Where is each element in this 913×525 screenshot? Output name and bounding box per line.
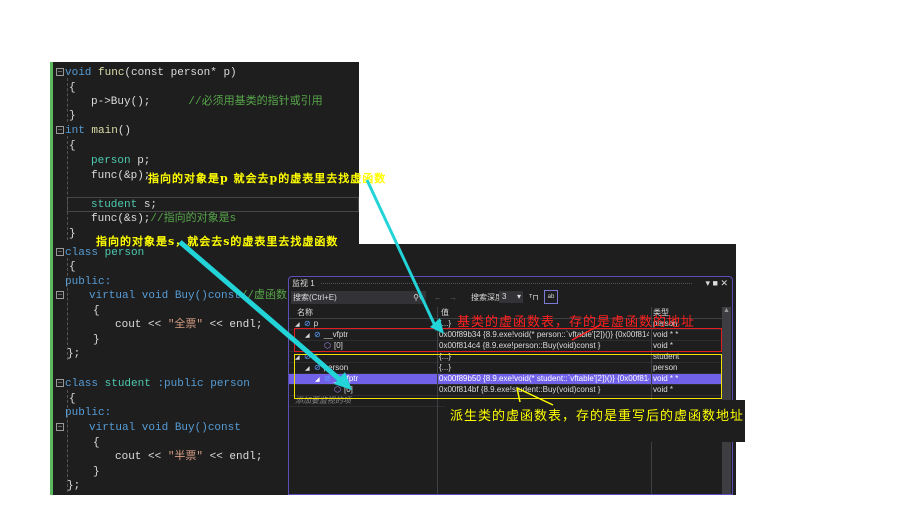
search-options-icon[interactable]: ⚲▾ bbox=[413, 291, 423, 304]
code-line-brace: } bbox=[93, 466, 100, 478]
code-line-cout-person: cout << "全票" << endl; bbox=[115, 319, 263, 331]
code-line-class-student: − class student :public person bbox=[56, 378, 250, 390]
column-header-name[interactable]: 名称 bbox=[297, 307, 313, 318]
base-vtable-highlight bbox=[294, 328, 722, 352]
code-line-virtual-buy-person: − virtual void Buy()const//虚函数 bbox=[56, 290, 288, 302]
code-line-brace: } bbox=[93, 334, 100, 346]
code-line-brace: { bbox=[69, 393, 76, 405]
indent-guide bbox=[67, 258, 68, 360]
indent-guide bbox=[67, 136, 68, 240]
column-header-value[interactable]: 值 bbox=[441, 307, 449, 318]
code-line-func-p-call: func(&p); bbox=[91, 170, 151, 182]
maximize-icon[interactable]: ■ bbox=[713, 278, 718, 288]
code-line-virtual-buy-student: − virtual void Buy()const bbox=[56, 422, 241, 434]
collapse-icon[interactable]: − bbox=[56, 248, 64, 257]
collapse-icon[interactable]: − bbox=[56, 379, 64, 388]
code-line-func-signature: − void func(const person* p) bbox=[56, 67, 237, 79]
collapse-icon[interactable]: − bbox=[56, 68, 64, 77]
code-line-brace: }; bbox=[67, 480, 81, 492]
code-line-brace: { bbox=[69, 140, 76, 152]
watch-title: 监视 1 bbox=[292, 279, 315, 288]
close-icon[interactable]: ✕ bbox=[720, 278, 728, 288]
pin-icon[interactable]: ᵀ⊓ bbox=[529, 291, 539, 304]
code-line-brace: { bbox=[69, 82, 76, 94]
dropdown-icon[interactable]: ▾ bbox=[705, 278, 710, 288]
collapse-icon[interactable]: − bbox=[56, 291, 64, 300]
watch-window[interactable]: 监视 1 ▾ ■ ✕ 搜索(Ctrl+E) ⚲▾ ← → 搜索深度: 3 ▾ ᵀ⊓… bbox=[288, 276, 733, 495]
back-arrow-icon[interactable]: ← bbox=[434, 291, 442, 304]
code-line-buy-call: p->Buy();//必须用基类的指针或引用 bbox=[91, 96, 323, 108]
code-line-person-decl: person p; bbox=[91, 155, 151, 167]
code-line-brace: { bbox=[93, 437, 100, 449]
watch-row-name: p bbox=[313, 319, 319, 328]
titlebar-grip bbox=[321, 283, 692, 284]
annotation-func-p: 指向的对象是p 就会去p的虚表里去找虚函数 bbox=[148, 172, 387, 185]
code-line-func-s-call: func(&s);//指向的对象是s bbox=[91, 213, 237, 225]
collapse-icon[interactable]: − bbox=[56, 126, 64, 135]
object-icon: ⊘ bbox=[304, 319, 311, 328]
code-line-cout-student: cout << "半票" << endl; bbox=[115, 451, 263, 463]
watch-titlebar[interactable]: 监视 1 ▾ ■ ✕ bbox=[289, 277, 732, 290]
scroll-up-icon[interactable]: ▲ bbox=[723, 307, 730, 314]
code-line-access: public: bbox=[65, 276, 112, 288]
watch-search-input[interactable]: 搜索(Ctrl+E) ⚲▾ bbox=[291, 291, 426, 304]
annotation-base-vtable: 基类的虚函数表，存的是虚函数的地址 bbox=[457, 315, 696, 330]
annotation-derived-vtable: 派生类的虚函数表，存的是重写后的虚函数地址 bbox=[450, 409, 745, 424]
code-line-brace: } bbox=[69, 110, 76, 122]
search-depth-select[interactable]: 3 ▾ bbox=[499, 291, 523, 303]
forward-arrow-icon[interactable]: → bbox=[449, 291, 457, 304]
watch-toolbar: 搜索(Ctrl+E) ⚲▾ ← → 搜索深度: 3 ▾ ᵀ⊓ ab bbox=[289, 290, 732, 305]
annotation-func-s: 指向的对象是s，就会去s的虚表里去找虚函数 bbox=[96, 235, 339, 248]
derived-vtable-highlight bbox=[294, 354, 722, 399]
indent-guide bbox=[67, 390, 68, 492]
code-line-brace: }; bbox=[67, 348, 81, 360]
view-hex-icon[interactable]: ab bbox=[544, 290, 558, 304]
collapse-icon[interactable]: − bbox=[56, 423, 64, 432]
code-line-student-decl: student s; bbox=[91, 199, 158, 211]
code-line-access: public: bbox=[65, 407, 112, 419]
indent-guide bbox=[67, 78, 68, 122]
code-line-brace: { bbox=[69, 261, 76, 273]
code-line-brace: { bbox=[93, 305, 100, 317]
code-editor-top[interactable]: − void func(const person* p) { p->Buy(); /… bbox=[50, 62, 359, 244]
code-line-brace: } bbox=[69, 228, 76, 240]
